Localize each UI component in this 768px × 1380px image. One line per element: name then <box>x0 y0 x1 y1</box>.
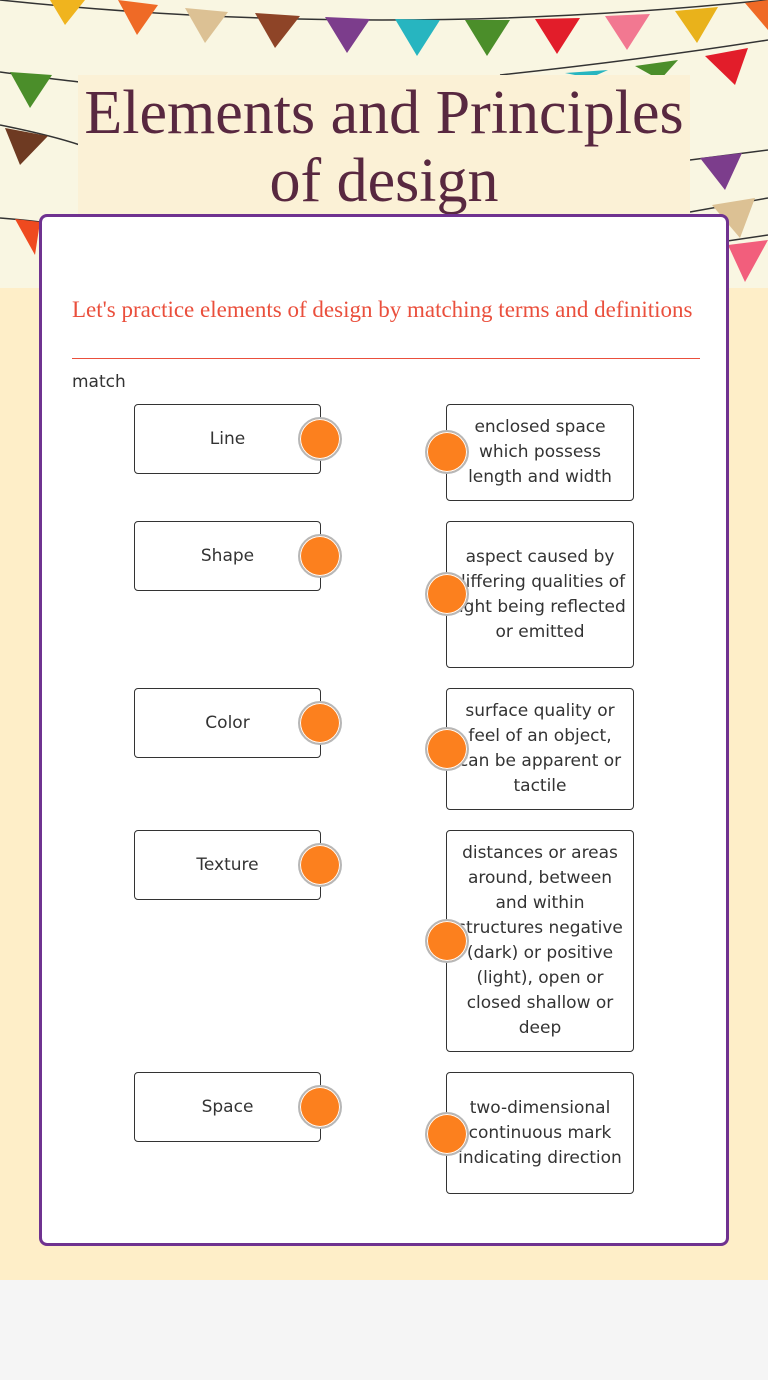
term-connector-dot[interactable] <box>298 843 342 887</box>
bunting-flag <box>675 7 718 43</box>
definition-label: two-dimensional continuous mark indicati… <box>458 1097 622 1168</box>
term-connector-dot[interactable] <box>298 701 342 745</box>
page-title: Elements and Principles of design <box>84 79 684 215</box>
bunting-flag <box>118 0 158 35</box>
bunting-flag <box>700 153 742 190</box>
term-label: Color <box>205 713 250 733</box>
definition-card[interactable]: surface quality or feel of an object, ca… <box>446 688 634 810</box>
definition-connector-dot[interactable] <box>425 572 469 616</box>
bunting-flag <box>605 14 650 50</box>
term-card[interactable]: Line <box>134 404 321 474</box>
bunting-flag <box>465 20 510 56</box>
definition-connector-dot[interactable] <box>425 430 469 474</box>
definition-label: aspect caused by differing qualities of … <box>454 546 626 642</box>
term-card[interactable]: Color <box>134 688 321 758</box>
bunting-string <box>0 0 768 21</box>
definition-connector-dot[interactable] <box>425 919 469 963</box>
definition-connector-dot[interactable] <box>425 1112 469 1156</box>
activity-type-label: match <box>72 372 126 392</box>
term-connector-dot[interactable] <box>298 1085 342 1129</box>
bunting-flag <box>15 219 40 255</box>
bunting-flag <box>10 72 52 108</box>
definition-card[interactable]: distances or areas around, between and w… <box>446 830 634 1052</box>
bunting-flag <box>50 0 85 25</box>
bunting-flag <box>705 48 748 85</box>
bunting-flag <box>535 18 580 54</box>
bunting-flag <box>728 240 768 282</box>
term-card[interactable]: Texture <box>134 830 321 900</box>
bunting-flag <box>395 19 440 56</box>
definition-label: surface quality or feel of an object, ca… <box>458 701 622 796</box>
term-label: Space <box>201 1097 254 1117</box>
definition-connector-dot[interactable] <box>425 727 469 771</box>
definition-card[interactable]: enclosed space which possess length and … <box>446 404 634 501</box>
definition-card[interactable]: aspect caused by differing qualities of … <box>446 521 634 668</box>
definition-label: distances or areas around, between and w… <box>457 843 623 1038</box>
definition-label: enclosed space which possess length and … <box>468 417 612 487</box>
term-card[interactable]: Space <box>134 1072 321 1142</box>
bunting-flag <box>185 8 228 43</box>
term-card[interactable]: Shape <box>134 521 321 591</box>
instructions-divider <box>72 358 700 359</box>
term-label: Texture <box>196 855 259 875</box>
definition-card[interactable]: two-dimensional continuous mark indicati… <box>446 1072 634 1194</box>
bunting-flag <box>255 13 300 48</box>
term-connector-dot[interactable] <box>298 534 342 578</box>
term-connector-dot[interactable] <box>298 417 342 461</box>
term-label: Shape <box>200 546 255 566</box>
title-banner: Elements and Principles of design <box>78 75 690 215</box>
bunting-flag <box>745 0 768 30</box>
bunting-flag <box>325 17 370 53</box>
activity-instructions: Let's practice elements of design by mat… <box>72 297 693 322</box>
activity-card: Let's practice elements of design by mat… <box>39 214 729 1246</box>
term-label: Line <box>209 429 246 449</box>
